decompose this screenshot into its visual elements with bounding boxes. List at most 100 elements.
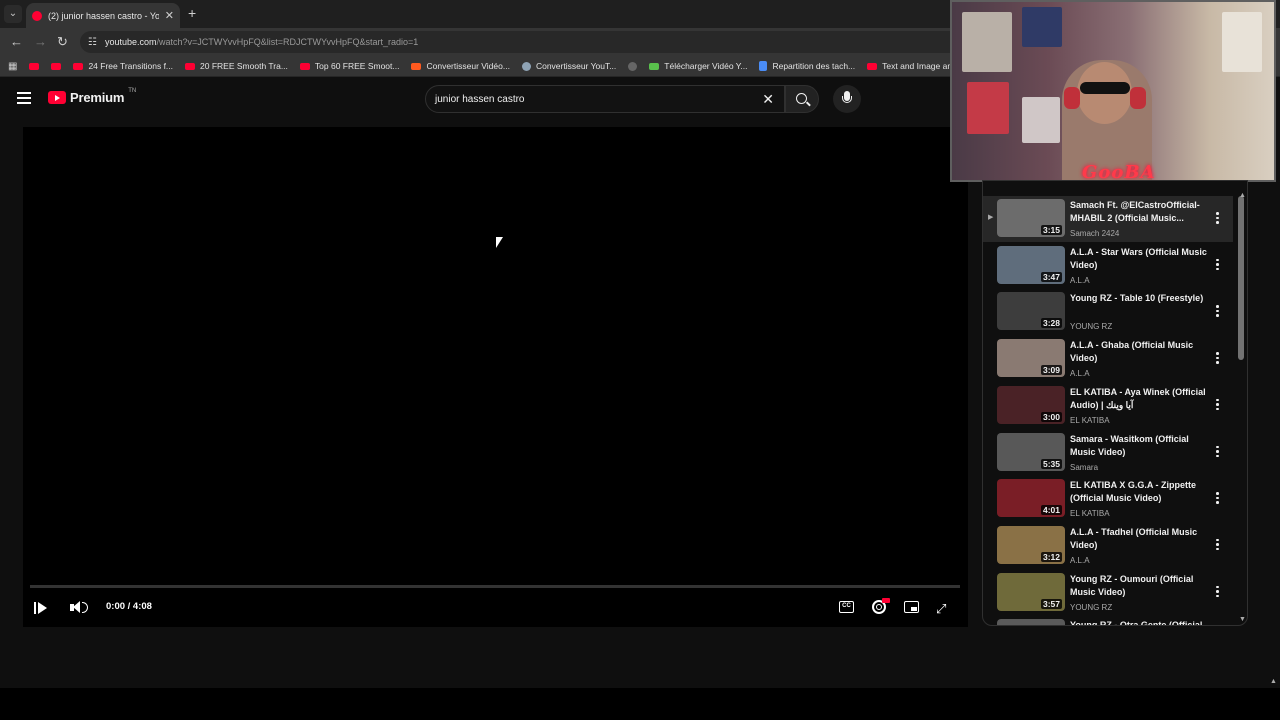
playlist-item[interactable]: ▶ 3:15 Samach Ft. @ElCastroOfficial- MHABI… bbox=[983, 196, 1233, 242]
video-thumbnail[interactable]: 3:12 bbox=[997, 525, 1065, 564]
video-thumbnail[interactable]: 3:47 bbox=[997, 245, 1065, 284]
youtube-icon bbox=[29, 62, 40, 70]
channel-name[interactable]: EL KATIBA bbox=[1070, 509, 1110, 518]
more-options-icon[interactable] bbox=[1216, 492, 1219, 506]
url-path: /watch?v=JCTWYvvHpFQ&list=RDJCTWYvvHpFQ&… bbox=[156, 37, 419, 47]
bookmark-item[interactable]: Convertisseur YouT... bbox=[521, 61, 617, 71]
logo-country-code: TN bbox=[128, 87, 137, 94]
video-thumbnail[interactable]: 3:00 bbox=[997, 385, 1065, 424]
youtube-premium-logo[interactable]: Premium TN bbox=[48, 87, 137, 105]
back-icon[interactable]: ← bbox=[10, 34, 23, 49]
video-duration: 5:35 bbox=[1040, 458, 1062, 469]
playlist-item[interactable]: 3:00 EL KATIBA - Aya Winek (Official Audi… bbox=[983, 383, 1233, 429]
more-options-icon[interactable] bbox=[1216, 212, 1219, 226]
video-title[interactable]: Young RZ - Otra Gente (Official bbox=[1070, 619, 1208, 625]
fullscreen-icon[interactable]: ⤢ bbox=[936, 601, 946, 617]
video-title[interactable]: Young RZ - Table 10 (Freestyle) bbox=[1070, 292, 1208, 305]
youtube-favicon-icon bbox=[32, 10, 42, 21]
scroll-up-icon[interactable]: ▲ bbox=[1239, 192, 1246, 199]
video-thumbnail[interactable]: 3:57 bbox=[997, 572, 1065, 611]
playlist-item[interactable]: 3:57 Young RZ - Oumouri (Official Music V… bbox=[983, 570, 1233, 616]
new-tab-button[interactable]: + bbox=[188, 5, 196, 21]
channel-name[interactable]: YOUNG RZ bbox=[1070, 603, 1112, 612]
video-duration: 3:12 bbox=[1040, 551, 1062, 562]
scroll-down-icon[interactable]: ▼ bbox=[1239, 616, 1246, 623]
apps-grid-icon[interactable]: ▦ bbox=[8, 61, 17, 72]
video-thumbnail[interactable]: 4:01 bbox=[997, 479, 1065, 518]
more-options-icon[interactable] bbox=[1216, 305, 1219, 319]
bookmark-item[interactable]: Top 60 FREE Smoot... bbox=[299, 61, 399, 71]
channel-name[interactable]: Samach 2424 bbox=[1070, 229, 1119, 238]
search-input[interactable]: junior hassen castro ✕ bbox=[425, 85, 785, 113]
subtitles-icon[interactable]: CC bbox=[839, 601, 854, 613]
playlist-panel: ▶ 3:15 Samach Ft. @ElCastroOfficial- MHABI… bbox=[982, 180, 1248, 626]
video-title[interactable]: EL KATIBA X G.G.A - Zippette (Official M… bbox=[1070, 479, 1208, 505]
video-title[interactable]: EL KATIBA - Aya Winek (Official Audio) |… bbox=[1070, 386, 1208, 412]
address-bar[interactable]: ☷ youtube.com/watch?v=JCTWYvvHpFQ&list=R… bbox=[80, 31, 960, 53]
bookmark-item[interactable] bbox=[628, 61, 638, 71]
video-player[interactable]: 0:00 / 4:08 CC ⤢ bbox=[23, 127, 968, 627]
voice-search-button[interactable] bbox=[833, 85, 861, 113]
video-thumbnail[interactable] bbox=[997, 619, 1065, 625]
video-title[interactable]: A.L.A - Tfadhel (Official Music Video) bbox=[1070, 526, 1208, 552]
playlist-scrollbar[interactable] bbox=[1238, 196, 1244, 360]
site-info-icon[interactable]: ☷ bbox=[88, 37, 97, 48]
clear-search-icon[interactable]: ✕ bbox=[762, 91, 774, 108]
bookmark-item[interactable]: Repartition des tach... bbox=[759, 61, 855, 71]
channel-name[interactable]: EL KATIBA bbox=[1070, 416, 1110, 425]
settings-icon[interactable] bbox=[872, 598, 890, 614]
reload-icon[interactable]: ↻ bbox=[57, 34, 68, 50]
video-thumbnail[interactable]: 3:28 bbox=[997, 292, 1065, 331]
video-title[interactable]: Young RZ - Oumouri (Official Music Video… bbox=[1070, 573, 1208, 599]
channel-name[interactable]: A.L.A bbox=[1070, 276, 1090, 285]
more-options-icon[interactable] bbox=[1216, 398, 1219, 413]
browser-tab-active[interactable]: (2) junior hassen castro - YouTube ✕ bbox=[26, 3, 180, 28]
bookmark-item[interactable]: Convertisseur Vidéo... bbox=[411, 61, 510, 71]
video-duration: 3:00 bbox=[1040, 411, 1062, 422]
tab-search-button[interactable]: ⌄ bbox=[4, 5, 22, 23]
youtube-play-logo-icon bbox=[48, 91, 66, 104]
more-options-icon[interactable] bbox=[1216, 585, 1219, 600]
video-title[interactable]: A.L.A - Ghaba (Official Music Video) bbox=[1070, 339, 1208, 365]
channel-name[interactable]: A.L.A bbox=[1070, 369, 1090, 378]
youtube-icon bbox=[51, 62, 62, 70]
video-thumbnail[interactable]: 5:35 bbox=[997, 432, 1065, 471]
bookmark-label: 24 Free Transitions f... bbox=[88, 61, 174, 71]
bookmark-item[interactable]: 24 Free Transitions f... bbox=[73, 61, 173, 71]
channel-name[interactable]: A.L.A bbox=[1070, 556, 1090, 565]
more-options-icon[interactable] bbox=[1216, 258, 1219, 273]
channel-name[interactable]: Samara bbox=[1070, 463, 1098, 472]
search-button[interactable] bbox=[785, 85, 819, 113]
bookmark-item[interactable] bbox=[29, 62, 40, 70]
video-thumbnail[interactable]: 3:09 bbox=[997, 339, 1065, 378]
playlist-item[interactable]: 3:12 A.L.A - Tfadhel (Official Music Vide… bbox=[983, 523, 1233, 569]
more-options-icon[interactable] bbox=[1216, 352, 1219, 366]
video-title[interactable]: Samara - Wasitkom (Official Music Video) bbox=[1070, 433, 1208, 459]
progress-bar[interactable] bbox=[30, 585, 960, 588]
bookmark-item[interactable]: Text and Image ani... bbox=[867, 61, 961, 71]
tab-close-icon[interactable]: ✕ bbox=[165, 9, 174, 22]
video-title[interactable]: A.L.A - Star Wars (Official Music Video) bbox=[1070, 246, 1208, 272]
page-scroll-down-icon[interactable]: ▲ bbox=[1270, 678, 1277, 685]
video-thumbnail[interactable]: 3:15 bbox=[997, 199, 1065, 237]
play-icon[interactable] bbox=[38, 602, 47, 614]
forward-icon[interactable]: → bbox=[34, 34, 47, 49]
bookmark-item[interactable] bbox=[51, 62, 62, 70]
more-options-icon[interactable] bbox=[1216, 445, 1219, 460]
bookmark-item[interactable]: 20 FREE Smooth Tra... bbox=[185, 61, 288, 71]
bookmark-item[interactable]: Télécharger Vidéo Y... bbox=[649, 61, 747, 71]
playlist-item[interactable]: 3:47 A.L.A - Star Wars (Official Music Vi… bbox=[983, 243, 1233, 289]
video-title[interactable]: Samach Ft. @ElCastroOfficial- MHABIL 2 (… bbox=[1070, 199, 1208, 225]
bookmark-label: Convertisseur Vidéo... bbox=[426, 61, 510, 71]
more-options-icon[interactable] bbox=[1216, 538, 1219, 553]
bookmark-label: Convertisseur YouT... bbox=[535, 61, 617, 71]
playlist-item[interactable]: 3:28 Young RZ - Table 10 (Freestyle) YOUNG… bbox=[983, 289, 1233, 335]
miniplayer-icon[interactable] bbox=[904, 601, 919, 613]
playlist-item[interactable]: 5:35 Samara - Wasitkom (Official Music Vi… bbox=[983, 430, 1233, 476]
playlist-item[interactable]: 4:01 EL KATIBA X G.G.A - Zippette (Offici… bbox=[983, 476, 1233, 522]
menu-icon[interactable] bbox=[17, 92, 31, 107]
playlist-item[interactable]: 3:09 A.L.A - Ghaba (Official Music Video)… bbox=[983, 336, 1233, 382]
playlist-item[interactable]: Young RZ - Otra Gente (Official bbox=[983, 616, 1233, 625]
video-duration: 3:57 bbox=[1040, 598, 1062, 609]
channel-name[interactable]: YOUNG RZ bbox=[1070, 322, 1112, 331]
